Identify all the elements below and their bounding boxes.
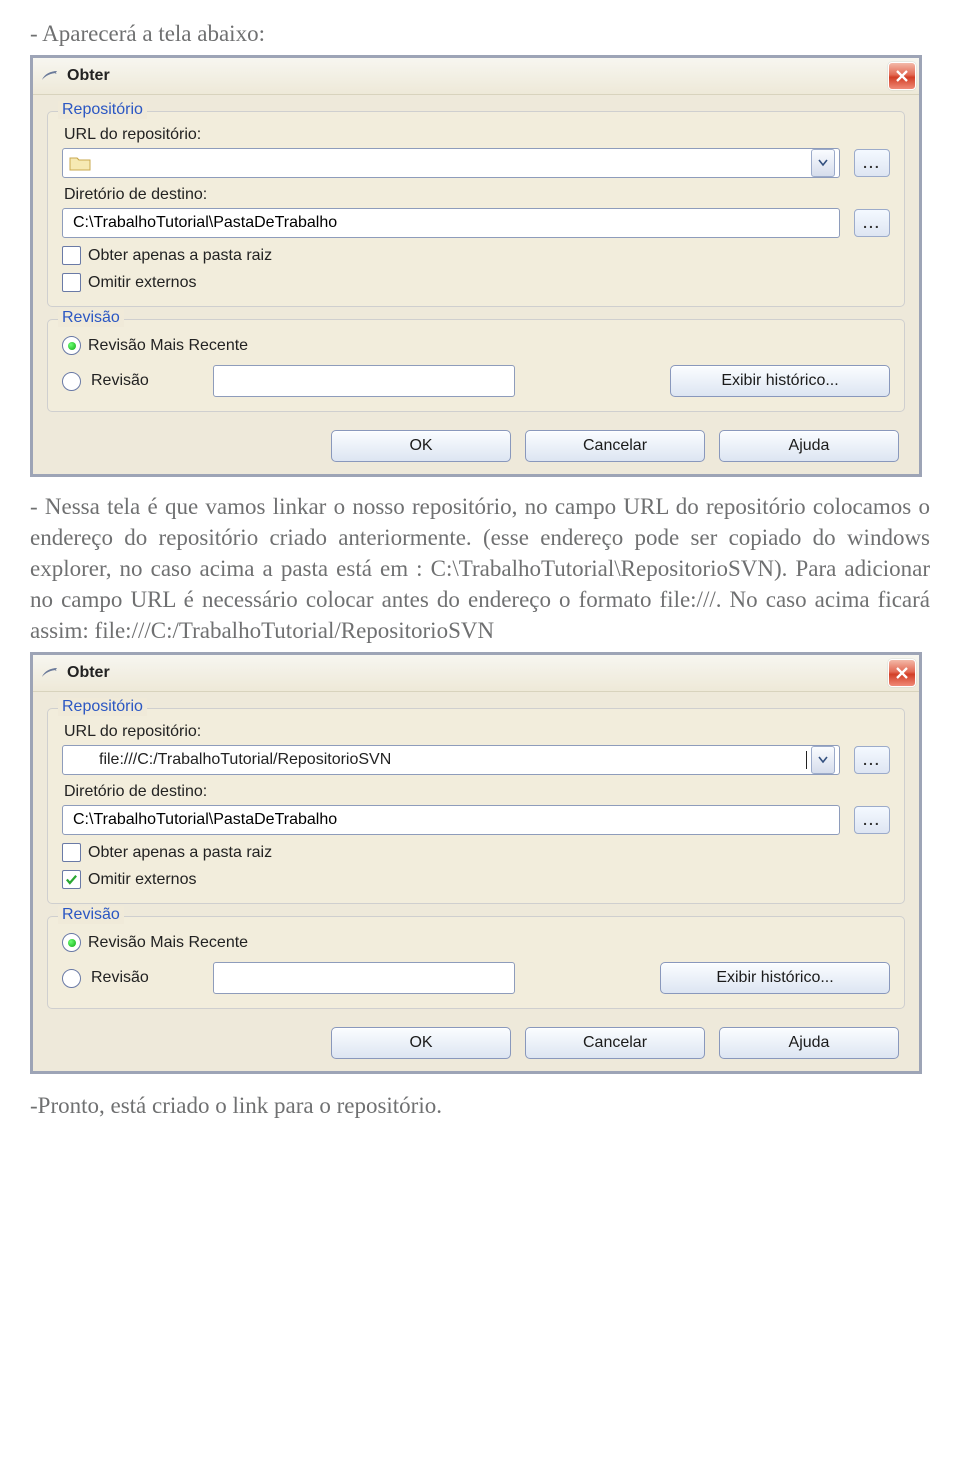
mid-paragraph: - Nessa tela é que vamos linkar o nosso … (30, 491, 930, 646)
url-dropdown-button[interactable] (811, 149, 835, 177)
dest-input-field[interactable] (71, 213, 835, 233)
url-value: file:///C:/TrabalhoTutorial/RepositorioS… (99, 751, 807, 769)
radio-head[interactable] (62, 336, 81, 355)
radio-revision-label: Revisão (91, 372, 163, 390)
url-browse-button[interactable]: ... (854, 149, 890, 177)
url-label: URL do repositório: (64, 126, 890, 144)
omit-externals-label: Omitir externos (88, 274, 196, 292)
chevron-down-icon (818, 159, 828, 167)
help-button[interactable]: Ajuda (719, 1027, 899, 1059)
dest-label: Diretório de destino: (64, 186, 890, 204)
radio-head-label: Revisão Mais Recente (88, 934, 248, 952)
cancel-button[interactable]: Cancelar (525, 1027, 705, 1059)
revision-input[interactable] (213, 962, 515, 994)
close-button[interactable] (888, 659, 916, 687)
only-root-label: Obter apenas a pasta raiz (88, 247, 272, 265)
close-button[interactable] (888, 62, 916, 90)
revision-groupbox: Revisão Revisão Mais Recente Revisão Exi… (47, 916, 905, 1009)
window-title: Obter (67, 664, 888, 682)
revision-legend: Revisão (58, 309, 124, 327)
dest-input-field[interactable] (71, 810, 835, 830)
radio-head[interactable] (62, 933, 81, 952)
radio-head-label: Revisão Mais Recente (88, 337, 248, 355)
dest-input[interactable] (62, 805, 840, 835)
url-combobox[interactable] (62, 148, 840, 178)
radio-dot-icon (68, 342, 76, 350)
radio-revision[interactable] (62, 969, 81, 988)
app-icon (39, 663, 59, 683)
folder-icon (69, 154, 91, 172)
dest-input[interactable] (62, 208, 840, 238)
obter-dialog-1: Obter Repositório URL do repositório: ..… (30, 55, 922, 477)
revision-groupbox: Revisão Revisão Mais Recente Revisão Exi… (47, 319, 905, 412)
url-label: URL do repositório: (64, 723, 890, 741)
cancel-button[interactable]: Cancelar (525, 430, 705, 462)
omit-externals-checkbox[interactable] (62, 273, 81, 292)
only-root-checkbox[interactable] (62, 843, 81, 862)
close-icon (895, 666, 909, 680)
repo-legend: Repositório (58, 101, 147, 119)
app-icon (39, 66, 59, 86)
revision-legend: Revisão (58, 906, 124, 924)
dest-browse-button[interactable]: ... (854, 806, 890, 834)
omit-externals-checkbox[interactable] (62, 870, 81, 889)
checkmark-icon (65, 873, 78, 886)
url-dropdown-button[interactable] (811, 746, 835, 774)
only-root-checkbox[interactable] (62, 246, 81, 265)
repo-legend: Repositório (58, 698, 147, 716)
intro-text: - Aparecerá a tela abaixo: (30, 18, 930, 49)
repo-groupbox: Repositório URL do repositório: ... Dire… (47, 111, 905, 307)
revision-input[interactable] (213, 365, 515, 397)
dialog-buttons: OK Cancelar Ajuda (43, 424, 909, 464)
ok-button[interactable]: OK (331, 1027, 511, 1059)
ok-button[interactable]: OK (331, 430, 511, 462)
window-title: Obter (67, 67, 888, 85)
repo-groupbox: Repositório URL do repositório: file:///… (47, 708, 905, 904)
url-browse-button[interactable]: ... (854, 746, 890, 774)
radio-dot-icon (68, 939, 76, 947)
omit-externals-label: Omitir externos (88, 871, 196, 889)
only-root-label: Obter apenas a pasta raiz (88, 844, 272, 862)
obter-dialog-2: Obter Repositório URL do repositório: fi… (30, 652, 922, 1074)
dest-browse-button[interactable]: ... (854, 209, 890, 237)
help-button[interactable]: Ajuda (719, 430, 899, 462)
titlebar: Obter (33, 655, 919, 692)
history-button[interactable]: Exibir histórico... (670, 365, 890, 397)
history-button[interactable]: Exibir histórico... (660, 962, 890, 994)
close-icon (895, 69, 909, 83)
chevron-down-icon (818, 756, 828, 764)
dest-label: Diretório de destino: (64, 783, 890, 801)
outro-text: -Pronto, está criado o link para o repos… (30, 1090, 930, 1121)
radio-revision-label: Revisão (91, 969, 163, 987)
url-combobox[interactable]: file:///C:/TrabalhoTutorial/RepositorioS… (62, 745, 840, 775)
dialog-buttons: OK Cancelar Ajuda (43, 1021, 909, 1061)
titlebar: Obter (33, 58, 919, 95)
radio-revision[interactable] (62, 372, 81, 391)
